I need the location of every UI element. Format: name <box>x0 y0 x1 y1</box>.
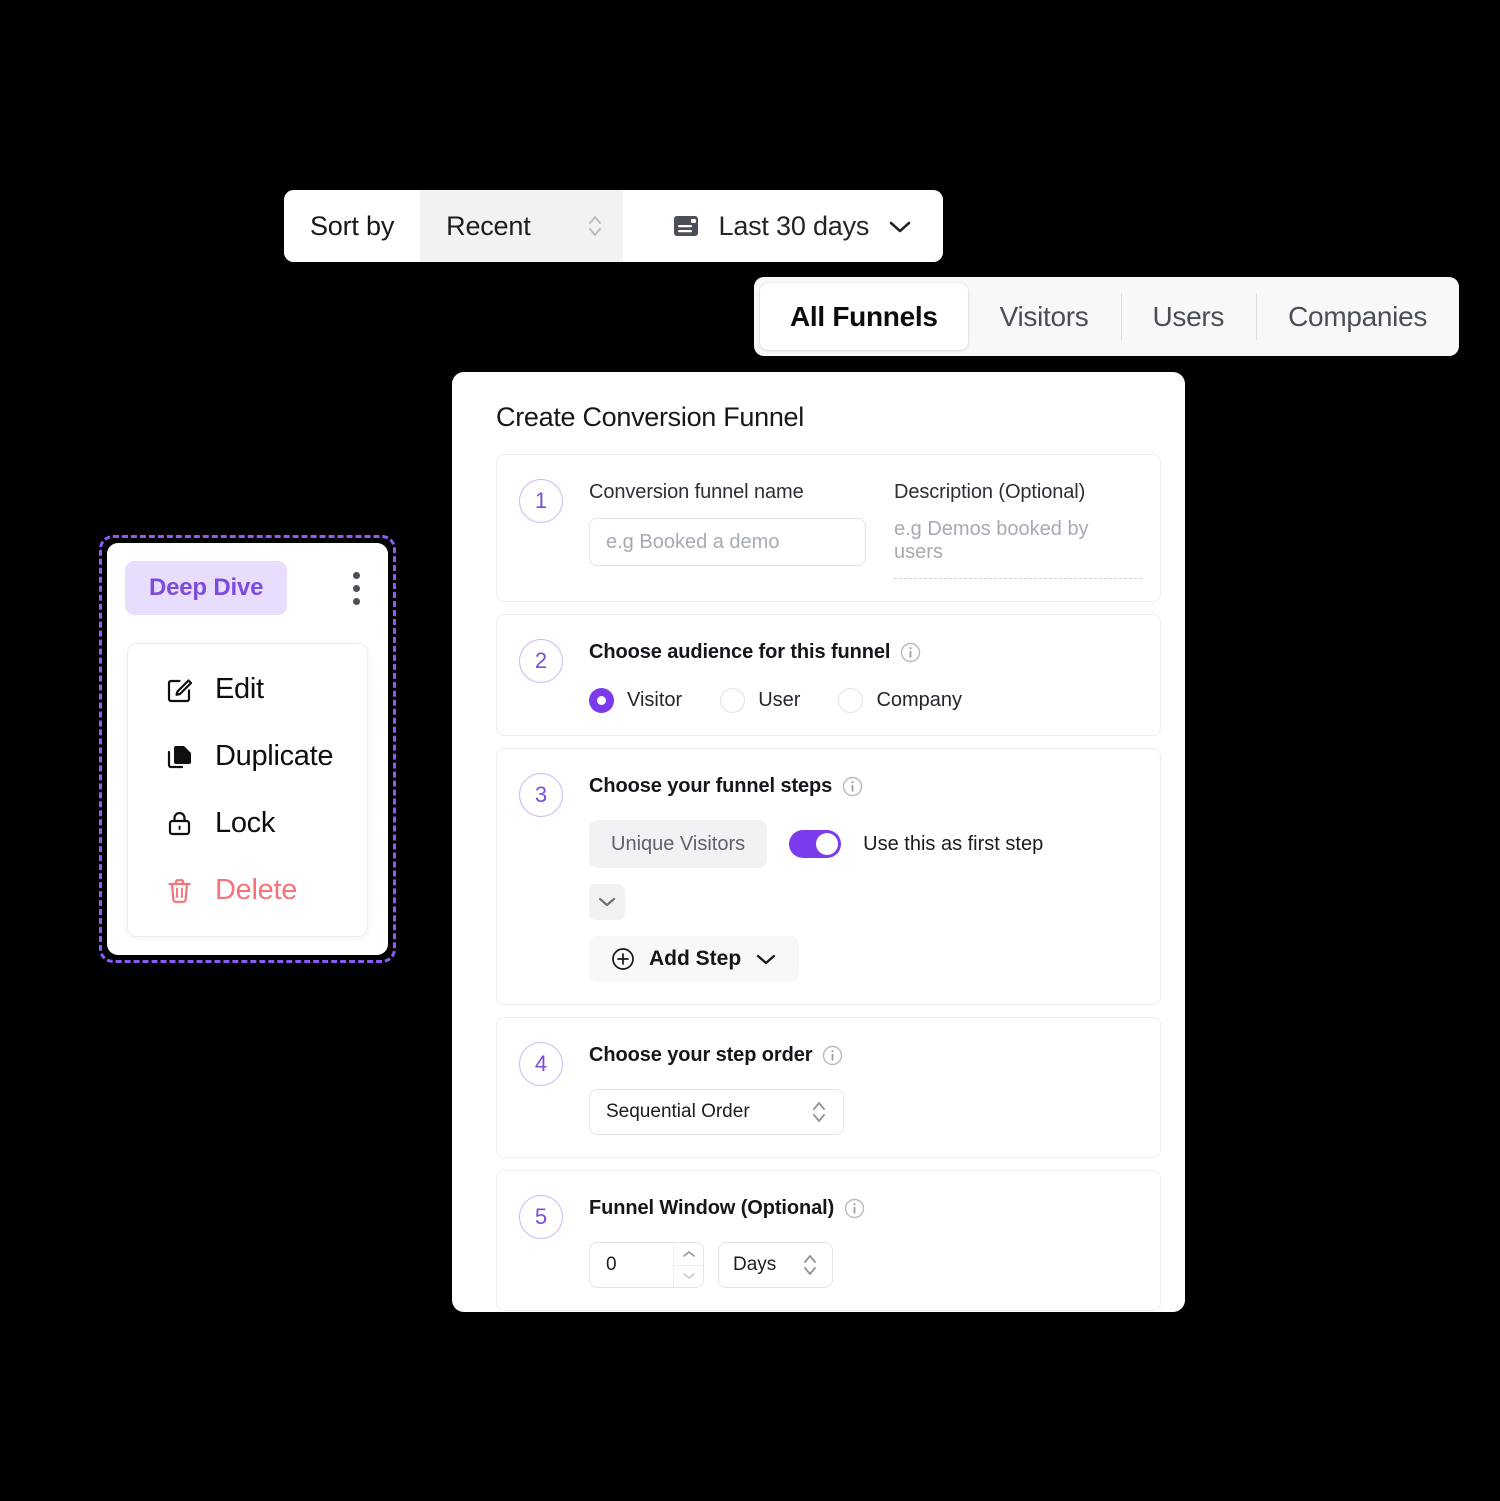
sort-by-label: Sort by <box>284 190 421 262</box>
step-number-3: 3 <box>519 773 563 817</box>
form-sections: 1 Conversion funnel name e.g Booked a de… <box>496 454 1161 1323</box>
deep-dive-badge[interactable]: Deep Dive <box>125 561 288 615</box>
funnel-card: Deep Dive Edit Duplicate Lock Delete <box>107 543 388 955</box>
more-vertical-icon[interactable] <box>353 571 366 605</box>
radio-visitor-label: Visitor <box>627 689 683 711</box>
plus-circle-icon <box>612 948 634 970</box>
audience-radio-group: Visitor User Company <box>589 688 1160 713</box>
step-number-4: 4 <box>519 1042 563 1086</box>
toolbar-divider <box>622 190 645 262</box>
up-down-chevron-icon <box>804 1255 816 1275</box>
chevron-up-icon <box>682 1251 695 1257</box>
sort-toolbar: Sort by Recent Last 30 days <box>284 190 944 262</box>
section-audience: 2 Choose audience for this funnel Visito… <box>496 614 1161 736</box>
stepper-buttons <box>673 1243 703 1287</box>
menu-item-edit[interactable]: Edit <box>128 656 367 723</box>
menu-item-edit-label: Edit <box>215 673 264 705</box>
funnel-name-label: Conversion funnel name <box>589 481 804 503</box>
section-step-order: 4 Choose your step order Sequential Orde… <box>496 1017 1161 1158</box>
sort-value-select[interactable]: Recent <box>420 190 623 262</box>
menu-item-duplicate-label: Duplicate <box>215 740 334 772</box>
chevron-down-icon <box>757 954 776 964</box>
context-menu: Edit Duplicate Lock Delete <box>127 643 368 937</box>
add-step-label: Add Step <box>649 947 742 970</box>
add-step-button[interactable]: Add Step <box>589 936 800 982</box>
screen-root: Sort by Recent Last 30 days All Funnels <box>0 0 1500 1501</box>
info-icon[interactable] <box>822 1045 843 1066</box>
info-icon[interactable] <box>842 776 863 797</box>
radio-visitor-indicator <box>589 688 614 713</box>
step-order-value: Sequential Order <box>606 1101 750 1122</box>
funnel-window-unit-select[interactable]: Days <box>718 1242 833 1288</box>
audience-heading: Choose audience for this funnel <box>589 641 891 663</box>
info-icon[interactable] <box>844 1198 865 1219</box>
step-number-5: 5 <box>519 1195 563 1239</box>
step-chip-unique-visitors[interactable]: Unique Visitors <box>589 820 768 868</box>
menu-item-lock-label: Lock <box>215 807 276 839</box>
radio-user-indicator <box>720 688 746 713</box>
first-step-toggle[interactable] <box>789 830 842 858</box>
tab-visitors[interactable]: Visitors <box>968 277 1121 356</box>
funnel-name-input[interactable]: e.g Booked a demo <box>589 518 866 566</box>
funnel-window-value[interactable]: 0 <box>590 1243 673 1287</box>
tab-companies[interactable]: Companies <box>1256 277 1459 356</box>
date-range-text: Last 30 days <box>718 210 870 241</box>
radio-user-label: User <box>758 689 801 711</box>
trash-delete-icon <box>168 879 191 903</box>
funnel-filter-tabs: All Funnels Visitors Users Companies <box>754 277 1460 356</box>
description-input[interactable]: e.g Demos booked by users <box>894 518 1142 579</box>
up-down-chevron-icon <box>588 216 601 236</box>
sort-value-text: Recent <box>446 210 531 241</box>
funnel-window-unit-value: Days <box>733 1254 777 1275</box>
menu-item-lock[interactable]: Lock <box>128 790 367 857</box>
calendar-icon <box>673 216 698 236</box>
step-number-2: 2 <box>519 639 563 683</box>
expand-step-button[interactable] <box>589 884 625 920</box>
chevron-down-icon <box>682 1273 695 1279</box>
funnel-steps-heading: Choose your funnel steps <box>589 775 833 797</box>
up-down-chevron-icon <box>813 1102 825 1122</box>
menu-item-delete[interactable]: Delete <box>128 857 367 924</box>
lock-icon <box>168 811 191 836</box>
description-label: Description (Optional) <box>894 481 1086 503</box>
chevron-down-icon <box>598 897 616 907</box>
step-order-heading: Choose your step order <box>589 1044 813 1066</box>
tab-users[interactable]: Users <box>1120 277 1257 356</box>
radio-company-indicator <box>838 688 864 713</box>
section-funnel-window: 5 Funnel Window (Optional) 0 Days <box>496 1170 1161 1311</box>
chevron-down-icon <box>889 221 911 233</box>
stepper-increment-button[interactable] <box>674 1243 703 1265</box>
context-menu-highlight: Deep Dive Edit Duplicate Lock Delete <box>99 535 396 963</box>
first-step-toggle-label: Use this as first step <box>863 832 1044 855</box>
radio-option-visitor[interactable]: Visitor <box>589 688 682 713</box>
funnel-window-stepper[interactable]: 0 <box>589 1242 704 1288</box>
section-funnel-name: 1 Conversion funnel name e.g Booked a de… <box>496 454 1161 602</box>
radio-company-label: Company <box>876 689 963 711</box>
section-funnel-steps: 3 Choose your funnel steps Unique Visito… <box>496 748 1161 1005</box>
edit-pencil-icon <box>167 679 193 703</box>
create-funnel-card: Create Conversion Funnel 1 Conversion fu… <box>452 372 1185 1312</box>
radio-option-company[interactable]: Company <box>838 688 962 713</box>
page-title: Create Conversion Funnel <box>496 402 804 432</box>
funnel-window-heading: Funnel Window (Optional) <box>589 1197 835 1219</box>
info-icon[interactable] <box>900 642 921 663</box>
stepper-decrement-button[interactable] <box>674 1264 703 1288</box>
tab-all-funnels[interactable]: All Funnels <box>760 283 968 350</box>
radio-option-user[interactable]: User <box>720 688 800 713</box>
step-number-1: 1 <box>519 479 563 523</box>
step-order-select[interactable]: Sequential Order <box>589 1089 844 1135</box>
duplicate-copy-icon <box>167 746 191 769</box>
menu-item-delete-label: Delete <box>215 874 298 906</box>
date-range-button[interactable]: Last 30 days <box>644 190 944 262</box>
menu-item-duplicate[interactable]: Duplicate <box>128 723 367 790</box>
